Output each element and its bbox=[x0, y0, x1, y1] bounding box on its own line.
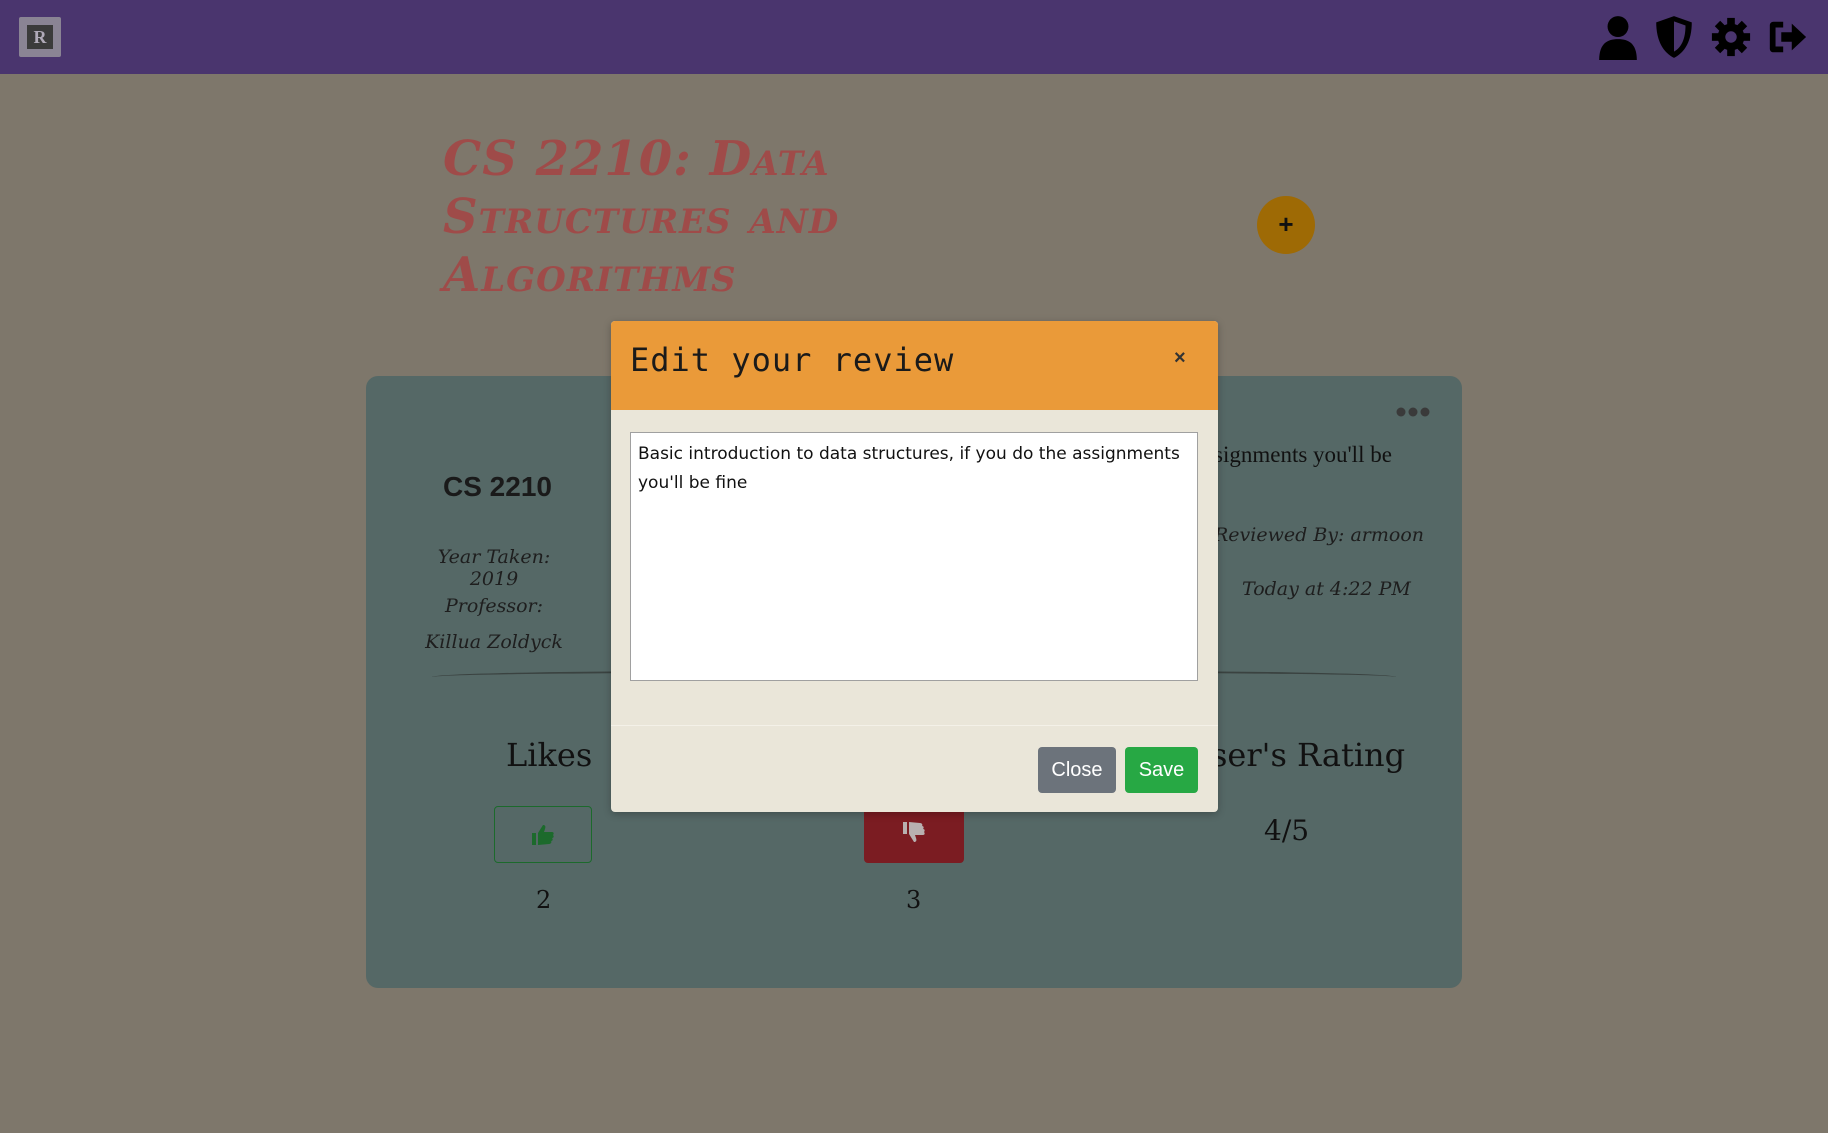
logo-letter: R bbox=[27, 25, 53, 49]
app-logo[interactable]: R bbox=[19, 17, 61, 57]
professor: Professor: Killua Zoldyck bbox=[425, 595, 563, 653]
course-title: CS 2210: Data Structures and Algorithms bbox=[443, 131, 840, 303]
add-review-button[interactable]: + bbox=[1257, 196, 1315, 254]
close-button[interactable]: Close bbox=[1038, 747, 1116, 793]
more-options-icon[interactable] bbox=[1396, 406, 1430, 418]
year-taken: Year Taken: 2019 bbox=[437, 546, 551, 590]
likes-count: 2 bbox=[536, 886, 552, 914]
review-textarea[interactable]: Basic introduction to data structures, i… bbox=[630, 432, 1198, 681]
review-timestamp: Today at 4:22 PM bbox=[1242, 578, 1411, 600]
dislikes-count: 3 bbox=[906, 886, 922, 914]
save-button[interactable]: Save bbox=[1125, 747, 1198, 793]
close-icon[interactable]: × bbox=[1174, 347, 1186, 370]
reviewed-by: Reviewed By: armoon bbox=[1214, 524, 1424, 546]
edit-review-modal: Edit your review × Basic introduction to… bbox=[611, 321, 1218, 812]
gear-icon[interactable] bbox=[1710, 14, 1752, 60]
rating-label: ser's Rating bbox=[1211, 736, 1406, 774]
sign-out-icon[interactable] bbox=[1766, 14, 1808, 60]
thumbs-up-icon bbox=[532, 825, 554, 845]
like-button[interactable] bbox=[494, 806, 592, 863]
top-navbar: R bbox=[0, 0, 1828, 74]
review-text: signments you'll be bbox=[1214, 442, 1392, 467]
modal-title: Edit your review bbox=[630, 341, 955, 379]
dislike-button[interactable] bbox=[864, 806, 964, 863]
review-course-code: CS 2210 bbox=[443, 471, 552, 502]
modal-header: Edit your review × bbox=[611, 321, 1218, 410]
thumbs-down-icon bbox=[903, 822, 925, 842]
modal-footer-divider bbox=[611, 725, 1218, 726]
rating-value: 4/5 bbox=[1264, 814, 1310, 847]
shield-icon[interactable] bbox=[1653, 14, 1695, 60]
user-icon[interactable] bbox=[1597, 14, 1639, 60]
likes-label: Likes bbox=[506, 736, 593, 774]
